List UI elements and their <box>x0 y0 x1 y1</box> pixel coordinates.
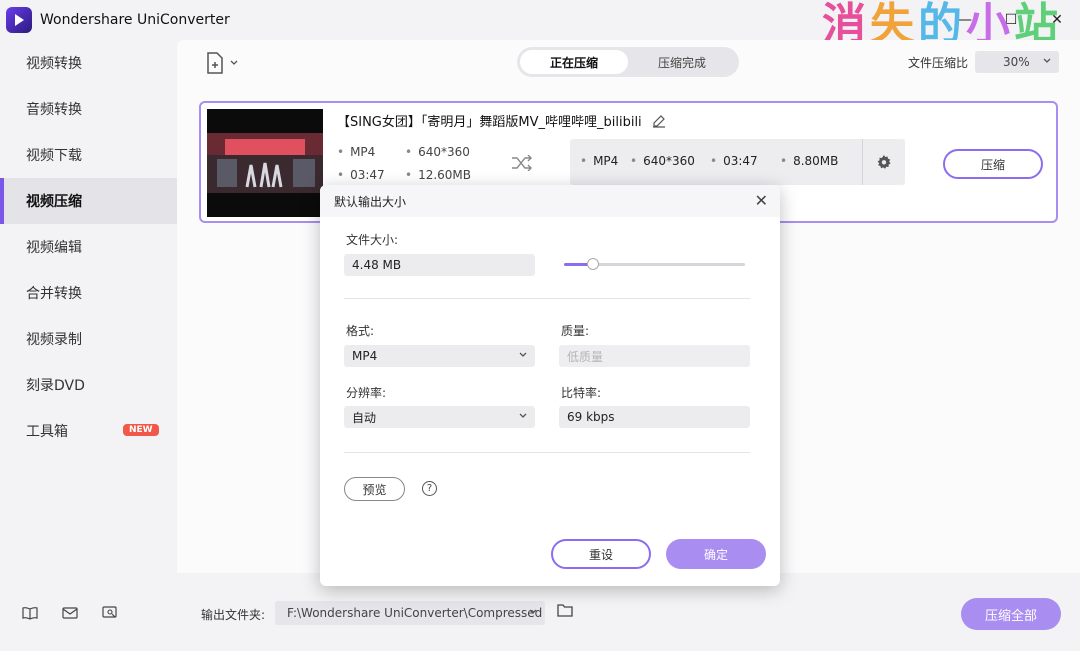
compression-ratio-select[interactable]: 30% <box>975 51 1059 73</box>
sidebar-item-label: 工具箱 <box>26 424 68 440</box>
sidebar-item-video-download[interactable]: 视频下载 <box>0 132 177 178</box>
sidebar-item-video-convert[interactable]: 视频转换 <box>0 40 177 86</box>
sidebar-footer <box>0 603 120 623</box>
output-size-dialog: 默认输出大小 ✕ 文件大小: 4.48 MB 格式: MP4 质量: 低质量 分… <box>320 185 780 586</box>
compression-ratio-value: 30% <box>1003 55 1030 69</box>
file-size-slider[interactable] <box>564 258 745 270</box>
compress-button[interactable]: 压缩 <box>943 149 1043 179</box>
preview-button[interactable]: 预览 <box>344 477 405 501</box>
tab-compressed[interactable]: 压缩完成 <box>628 50 736 74</box>
format-value: MP4 <box>352 349 378 363</box>
resolution-value: 自动 <box>352 410 377 425</box>
close-icon[interactable]: ✕ <box>755 191 768 210</box>
output-folder-path: F:\Wondershare UniConverter\Compressed <box>287 606 543 620</box>
sidebar-item-label: 视频录制 <box>26 332 82 348</box>
gear-icon <box>877 155 891 169</box>
file-size-value: 4.48 MB <box>352 258 402 272</box>
sidebar-item-toolbox[interactable]: 工具箱 NEW <box>0 408 177 454</box>
new-badge: NEW <box>123 424 159 436</box>
format-label: 格式: <box>346 324 375 338</box>
reset-button[interactable]: 重设 <box>551 539 651 569</box>
sidebar-item-burn-dvd[interactable]: 刻录DVD <box>0 362 177 408</box>
sidebar-item-label: 音频转换 <box>26 102 82 118</box>
quality-label: 质量: <box>561 324 590 338</box>
source-format: MP4 <box>337 145 375 159</box>
sidebar-item-video-compress[interactable]: 视频压缩 <box>0 178 177 224</box>
ok-button[interactable]: 确定 <box>666 539 766 569</box>
folder-icon[interactable] <box>557 603 573 617</box>
sidebar-item-audio-convert[interactable]: 音频转换 <box>0 86 177 132</box>
app-title: Wondershare UniConverter <box>40 12 230 28</box>
quality-value: 低质量 <box>567 349 604 364</box>
sidebar-item-merge[interactable]: 合并转换 <box>0 270 177 316</box>
dialog-header: 默认输出大小 ✕ <box>320 185 780 217</box>
chevron-down-icon <box>230 60 238 65</box>
mail-icon[interactable] <box>60 603 80 623</box>
add-file-icon <box>207 52 223 74</box>
chevron-down-icon <box>529 609 537 614</box>
chevron-down-icon <box>519 352 527 357</box>
compression-ratio-label: 文件压缩比 <box>908 56 969 70</box>
target-duration: 03:47 <box>710 154 758 168</box>
sidebar-item-label: 刻录DVD <box>26 378 85 394</box>
chevron-down-icon <box>1043 58 1051 63</box>
video-thumbnail[interactable] <box>207 109 323 217</box>
tab-compressing[interactable]: 正在压缩 <box>520 50 628 74</box>
bitrate-field[interactable]: 69 kbps <box>559 406 750 428</box>
file-size-field[interactable]: 4.48 MB <box>344 254 535 276</box>
status-segmented-control: 正在压缩 压缩完成 <box>517 47 739 77</box>
bitrate-value: 69 kbps <box>567 410 615 424</box>
sidebar-item-label: 视频压缩 <box>26 194 82 210</box>
sidebar: 视频转换 音频转换 视频下载 视频压缩 视频编辑 合并转换 视频录制 刻录DVD… <box>0 40 177 651</box>
bitrate-label: 比特率: <box>561 386 602 400</box>
sidebar-item-screen-record[interactable]: 视频录制 <box>0 316 177 362</box>
source-resolution: 640*360 <box>405 145 470 159</box>
divider <box>344 298 750 299</box>
file-size-label: 文件大小: <box>346 233 399 247</box>
help-icon[interactable]: ? <box>422 481 437 496</box>
add-file-button[interactable] <box>205 52 239 74</box>
quality-field: 低质量 <box>559 345 750 367</box>
slider-handle[interactable] <box>586 258 599 270</box>
resolution-label: 分辨率: <box>346 386 387 400</box>
output-folder-label: 输出文件夹: <box>201 608 266 622</box>
settings-button[interactable] <box>862 139 905 185</box>
edit-icon[interactable] <box>652 114 666 128</box>
resolution-select[interactable]: 自动 <box>344 406 535 428</box>
file-title-row: 【SING女团】「寄明月」舞蹈版MV_哔哩哔哩_bilibili <box>337 111 666 130</box>
feedback-icon[interactable] <box>100 603 120 623</box>
target-size: 8.80MB <box>780 154 838 168</box>
dialog-title: 默认输出大小 <box>334 194 407 209</box>
sidebar-item-label: 视频编辑 <box>26 240 82 256</box>
target-settings-box[interactable]: MP4 640*360 03:47 8.80MB <box>570 139 905 185</box>
output-folder-select[interactable]: F:\Wondershare UniConverter\Compressed <box>275 601 545 625</box>
format-select[interactable]: MP4 <box>344 345 535 367</box>
sidebar-item-label: 视频下载 <box>26 148 82 164</box>
shuffle-icon <box>512 155 532 171</box>
source-duration: 03:47 <box>337 168 385 182</box>
target-resolution: 640*360 <box>630 154 695 168</box>
chevron-down-icon <box>519 413 527 418</box>
compress-all-button[interactable]: 压缩全部 <box>961 598 1061 630</box>
sidebar-item-label: 合并转换 <box>26 286 82 302</box>
sidebar-item-label: 视频转换 <box>26 56 82 72</box>
divider <box>344 452 750 453</box>
app-logo-icon <box>6 7 32 33</box>
file-name: 【SING女团】「寄明月」舞蹈版MV_哔哩哔哩_bilibili <box>337 115 642 130</box>
sidebar-item-video-edit[interactable]: 视频编辑 <box>0 224 177 270</box>
source-size: 12.60MB <box>405 168 471 182</box>
book-icon[interactable] <box>20 603 40 623</box>
target-format: MP4 <box>580 154 618 168</box>
